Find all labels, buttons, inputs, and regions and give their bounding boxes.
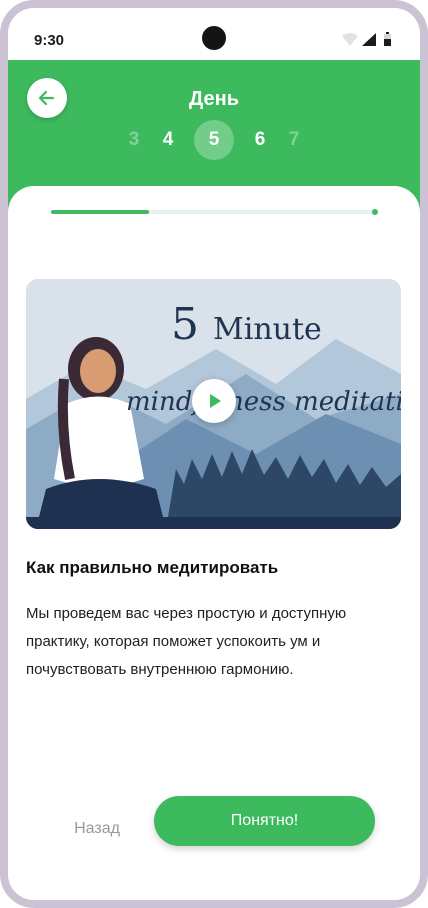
progress-bar	[51, 209, 378, 215]
video-subtitle: mindfulness meditatio	[126, 387, 401, 417]
video-thumbnail[interactable]: 5 Minute mindfulness meditatio	[26, 279, 401, 529]
content-sheet: 5 Minute mindfulness meditatio Как прави…	[8, 186, 420, 900]
day-selector: 3 4 5 6 7	[8, 120, 420, 160]
ok-button[interactable]: Понятно!	[154, 796, 375, 846]
lesson-title: Как правильно медитировать	[26, 558, 279, 577]
day-item-5-active[interactable]: 5	[194, 120, 234, 160]
back-text-button[interactable]: Назад	[52, 820, 142, 838]
play-button[interactable]	[192, 379, 236, 423]
video-title-word: Minute	[213, 312, 322, 347]
camera-cutout	[202, 26, 226, 50]
progress-end-dot	[372, 209, 378, 215]
lesson-description: Мы проведем вас через простую и доступну…	[26, 605, 347, 678]
page-title: День	[189, 88, 239, 110]
play-icon	[210, 394, 221, 408]
day-item-4[interactable]: 4	[148, 120, 188, 160]
phone-frame: 9:30 День 3 4 5 6 7 5 Minute mindfulness…	[0, 0, 428, 908]
system-icons	[342, 32, 391, 46]
video-title: 5 Minute	[171, 299, 322, 350]
video-title-number: 5	[171, 299, 199, 350]
status-time: 9:30	[34, 32, 65, 49]
signal-icon	[362, 33, 376, 46]
battery-icon	[384, 32, 391, 46]
status-bar: 9:30	[8, 8, 420, 60]
wifi-icon	[342, 33, 358, 46]
day-item-7[interactable]: 7	[274, 120, 314, 160]
progress-fill	[51, 210, 149, 214]
